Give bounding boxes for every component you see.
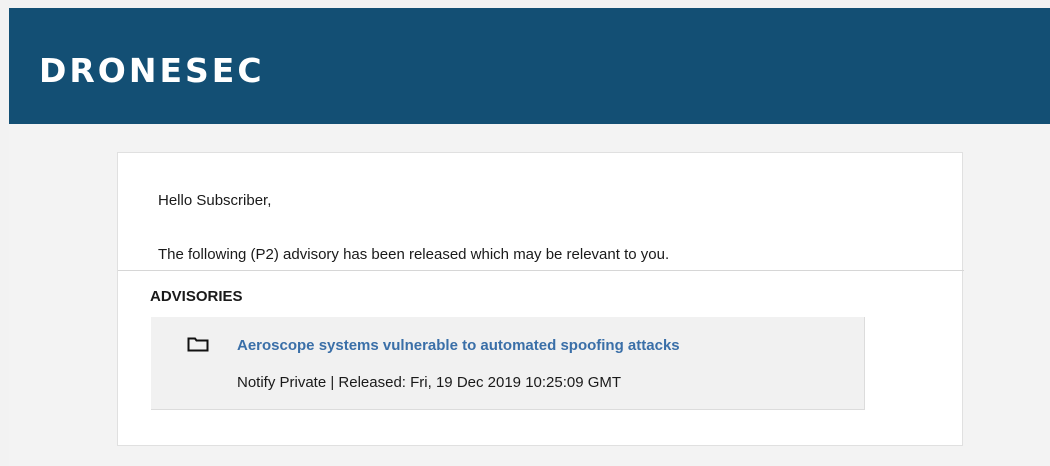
advisory-title-link[interactable]: Aeroscope systems vulnerable to automate… (237, 337, 680, 354)
email-card: Hello Subscriber, The following (P2) adv… (117, 152, 964, 446)
advisories-heading: ADVISORIES (150, 288, 243, 305)
email-header: DRONESEC (9, 8, 1050, 124)
email-frame: DRONESEC Hello Subscriber, The following… (9, 8, 1050, 466)
advisory-item: Aeroscope systems vulnerable to automate… (151, 317, 865, 410)
advisory-meta: Notify Private | Released: Fri, 19 Dec 2… (237, 374, 622, 391)
intro-text: The following (P2) advisory has been rel… (158, 246, 670, 263)
greeting-text: Hello Subscriber, (158, 192, 272, 209)
section-divider (118, 270, 964, 271)
folder-icon (187, 336, 209, 352)
dronesec-logo: DRONESEC (39, 51, 265, 90)
